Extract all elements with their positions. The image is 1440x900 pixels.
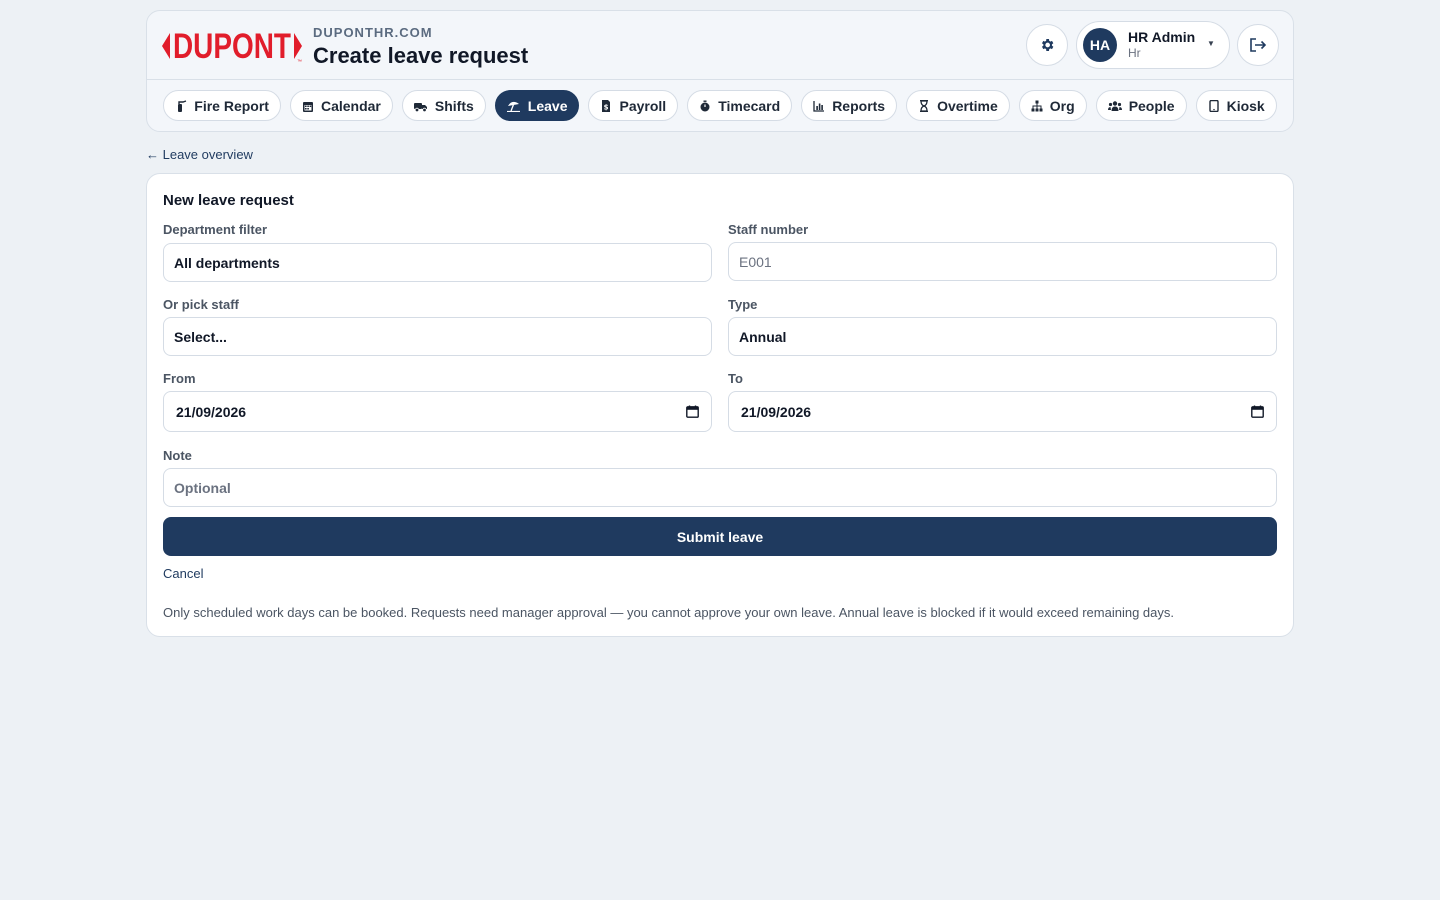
nav-label: Org: [1049, 97, 1075, 114]
invoice-icon: $: [602, 99, 611, 112]
nav-leave[interactable]: Leave: [494, 90, 580, 121]
form-title: New leave request: [163, 192, 294, 209]
gear-icon: [1042, 39, 1054, 51]
nav-timecard[interactable]: Timecard: [687, 90, 793, 121]
note-label: Note: [163, 448, 192, 463]
type-label: Type: [728, 297, 758, 312]
brand-domain: DUPONTHR.COM: [313, 25, 433, 40]
submit-leave-button[interactable]: Submit leave: [163, 517, 1277, 556]
nav-label: Fire Report: [194, 97, 269, 114]
nav-people[interactable]: People: [1095, 90, 1187, 121]
cancel-link[interactable]: Cancel: [163, 566, 203, 581]
nav-label: Shifts: [434, 97, 474, 114]
note-placeholder: Optional: [174, 479, 231, 496]
chevron-down-icon: ▼: [1207, 39, 1215, 48]
logo-text: DUPONT: [173, 27, 291, 65]
avatar: HA: [1083, 28, 1117, 62]
nav-fire-report[interactable]: Fire Report: [163, 90, 281, 121]
calendar-icon[interactable]: [1251, 405, 1264, 418]
calendar-icon[interactable]: [686, 405, 699, 418]
sign-out-icon: [1250, 38, 1267, 52]
hourglass-icon: [920, 99, 929, 112]
back-to-leave-overview-link[interactable]: ← Leave overview: [146, 147, 253, 162]
umbrella-beach-icon: [506, 101, 520, 112]
from-date-value: 21/09/2026: [176, 403, 247, 420]
nav-label: Leave: [527, 97, 568, 114]
leave-type-value: Annual: [739, 328, 787, 345]
department-filter-label: Department filter: [163, 222, 268, 237]
tablet-icon: [1208, 99, 1219, 112]
page-title: Create leave request: [313, 43, 529, 68]
nav-shifts[interactable]: Shifts: [401, 90, 486, 121]
to-date-value: 21/09/2026: [741, 403, 812, 420]
nav-payroll[interactable]: $ Payroll: [588, 90, 679, 121]
nav-kiosk[interactable]: Kiosk: [1195, 90, 1277, 121]
stopwatch-icon: [700, 100, 710, 111]
svg-text:™: ™: [297, 59, 302, 65]
from-date-input[interactable]: 21/09/2026: [163, 391, 712, 432]
nav-label: Overtime: [937, 97, 998, 114]
app-header: DUPONT ™ DUPONTHR.COM Create leave reque…: [146, 10, 1294, 132]
bar-chart-icon: [813, 100, 825, 112]
nav-reports[interactable]: Reports: [801, 90, 898, 121]
leave-request-form: New leave request Department filter All …: [146, 173, 1294, 637]
dupont-logo[interactable]: DUPONT ™: [161, 27, 303, 70]
svg-text:$: $: [604, 103, 609, 111]
staff-number-input[interactable]: E001: [728, 242, 1277, 281]
note-input[interactable]: Optional: [163, 468, 1277, 507]
nav-label: Payroll: [619, 97, 667, 114]
to-label: To: [728, 371, 743, 386]
staff-number-placeholder: E001: [739, 253, 772, 270]
calendar-icon: [302, 101, 313, 112]
fire-extinguisher-icon: [178, 99, 187, 112]
nav-label: Timecard: [718, 97, 781, 114]
user-name: HR Admin: [1128, 29, 1196, 45]
nav-overtime[interactable]: Overtime: [906, 90, 1010, 121]
main-nav: Fire Report Calendar Shifts Leave $ Payr…: [147, 90, 1293, 122]
to-date-input[interactable]: 21/09/2026: [728, 391, 1277, 432]
settings-button[interactable]: [1026, 24, 1068, 66]
user-role: Hr: [1128, 46, 1141, 60]
from-label: From: [163, 371, 196, 386]
pick-staff-value: Select...: [174, 328, 227, 345]
staff-number-label: Staff number: [728, 222, 809, 237]
nav-label: Kiosk: [1226, 97, 1265, 114]
truck-icon: [413, 102, 427, 112]
department-filter-select[interactable]: All departments: [163, 243, 712, 282]
nav-org[interactable]: Org: [1018, 90, 1087, 121]
nav-label: Calendar: [320, 97, 381, 114]
nav-calendar[interactable]: Calendar: [289, 90, 393, 121]
users-icon: [1107, 100, 1122, 111]
nav-label: People: [1128, 97, 1175, 114]
sitemap-icon: [1031, 100, 1043, 111]
department-filter-value: All departments: [174, 254, 280, 271]
help-text: Only scheduled work days can be booked. …: [163, 605, 1174, 620]
leave-type-select[interactable]: Annual: [728, 317, 1277, 356]
nav-label: Reports: [832, 97, 886, 114]
user-menu[interactable]: HA HR Admin Hr ▼: [1076, 21, 1230, 69]
header-top-bar: DUPONT ™ DUPONTHR.COM Create leave reque…: [147, 11, 1293, 80]
pick-staff-label: Or pick staff: [163, 297, 239, 312]
pick-staff-select[interactable]: Select...: [163, 317, 712, 356]
logout-button[interactable]: [1237, 24, 1279, 66]
